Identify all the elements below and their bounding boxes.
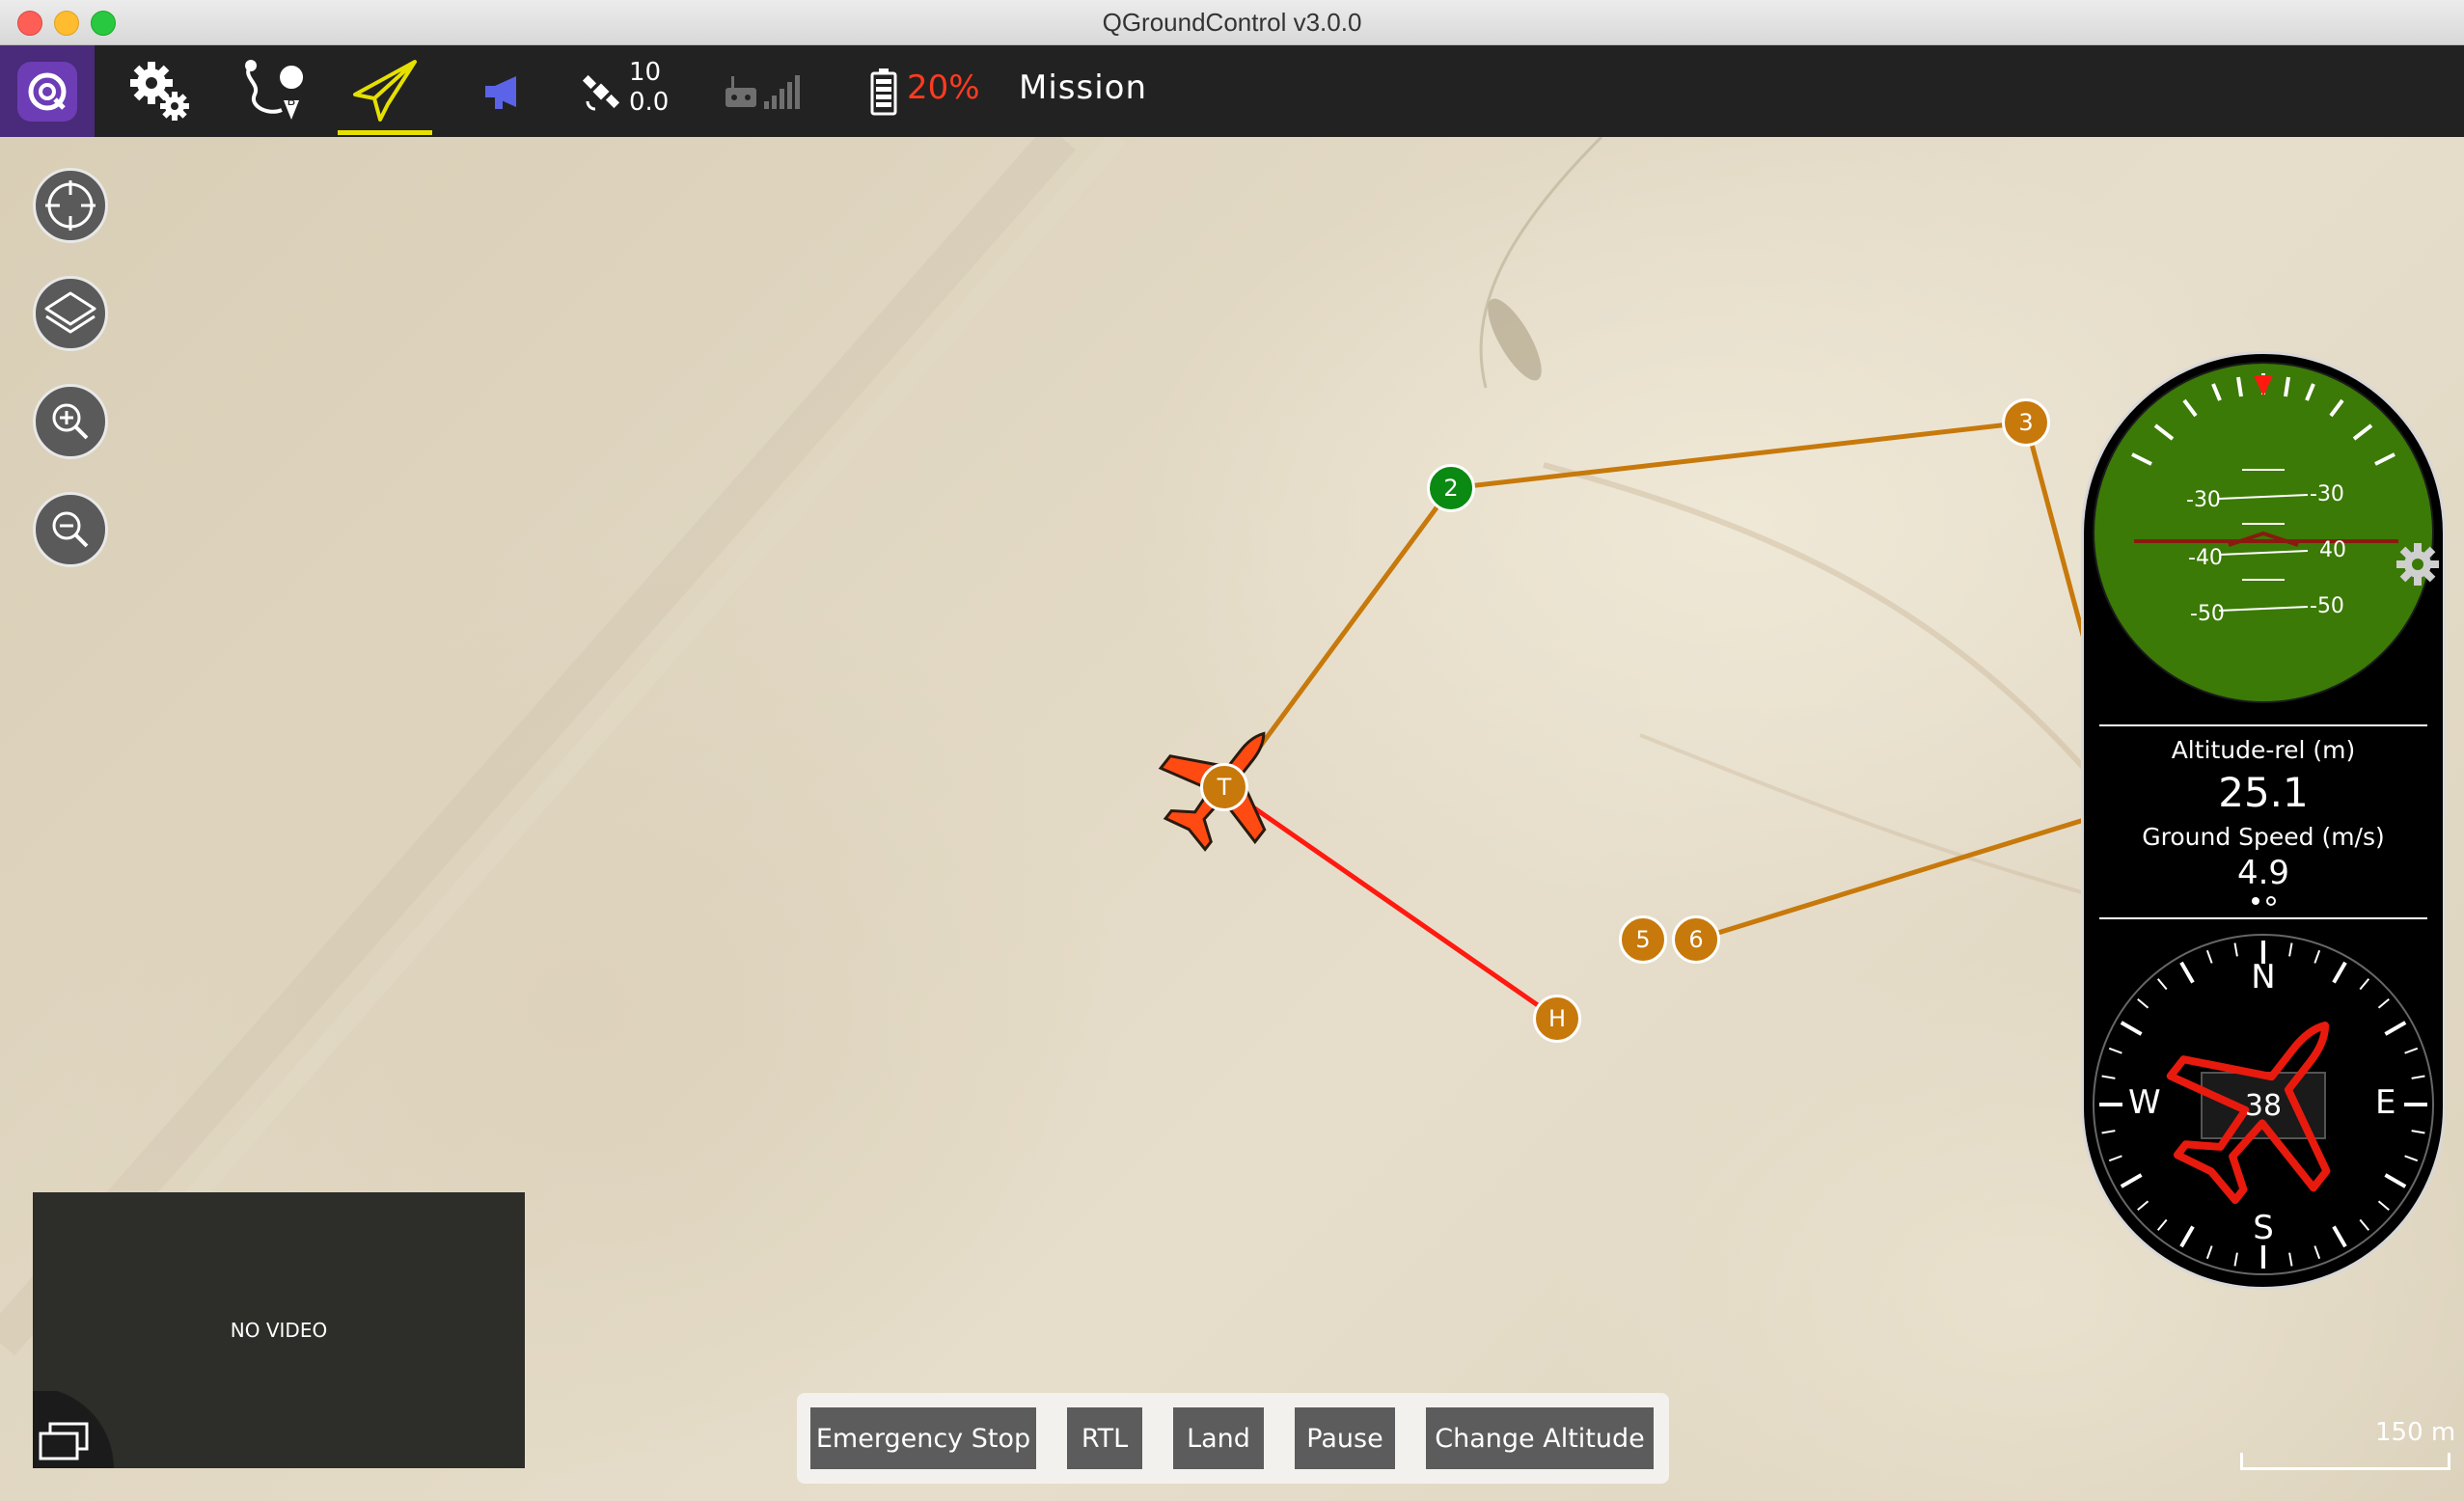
main-toolbar: B 10 0.0 20% Mission xyxy=(0,45,2464,137)
rc-transmitter-icon xyxy=(726,75,756,107)
compass-north-label: N xyxy=(2251,958,2276,996)
altitude-value: 25.1 xyxy=(2218,769,2309,816)
signal-strength-icon xyxy=(764,74,800,109)
rc-rssi-button[interactable] xyxy=(714,45,810,137)
window-title-bar: QGroundControl v3.0.0 xyxy=(0,0,2464,45)
waypoint-3[interactable]: 3 xyxy=(2002,398,2050,447)
zoom-window-button[interactable] xyxy=(91,11,116,36)
satellite-icon xyxy=(582,74,620,110)
map-type-button[interactable] xyxy=(33,276,108,351)
rtl-button[interactable]: RTL xyxy=(1067,1407,1142,1469)
battery-button[interactable] xyxy=(864,45,903,137)
heading-value: 38 xyxy=(2244,1089,2283,1123)
pitch-label-left-40: -40 xyxy=(2188,546,2223,570)
battery-icon xyxy=(870,68,897,115)
mission-path-return xyxy=(1695,817,2085,942)
zoom-out-button[interactable] xyxy=(33,492,108,567)
waypoint-6[interactable]: 6 xyxy=(1672,915,1720,964)
fly-view-button[interactable] xyxy=(338,45,432,137)
close-window-button[interactable] xyxy=(17,11,42,36)
pip-toggle-icon[interactable] xyxy=(37,1420,91,1462)
land-button[interactable]: Land xyxy=(1173,1407,1264,1469)
paper-plane-icon xyxy=(353,59,417,122)
altitude-label: Altitude-rel (m) xyxy=(2171,736,2356,764)
home-position[interactable]: H xyxy=(1533,995,1581,1043)
active-view-indicator xyxy=(338,130,432,135)
vehicle-to-home-line xyxy=(1222,784,1559,1022)
plan-route-icon: B xyxy=(245,59,304,120)
pitch-label-left-30: -30 xyxy=(2186,488,2221,512)
takeoff-waypoint[interactable]: T xyxy=(1200,763,1248,811)
attitude-indicator: -30 -40 -50 -30 40 -50 xyxy=(2093,362,2434,703)
instrument-settings-icon[interactable] xyxy=(2395,541,2441,587)
instrument-panel: -30 -40 -50 -30 40 -50 Altitude-rel (m) … xyxy=(2081,351,2446,1290)
settings-gears-button[interactable] xyxy=(118,45,203,137)
pitch-label-right-50: -50 xyxy=(2310,594,2344,618)
waypoint-2[interactable]: 2 xyxy=(1427,464,1475,512)
zoom-out-icon xyxy=(52,511,89,548)
pitch-label-right-30: -30 xyxy=(2310,482,2344,506)
zoom-in-icon xyxy=(52,403,89,440)
guided-action-bar: Emergency Stop RTL Land Pause Change Alt… xyxy=(797,1393,1669,1484)
flight-mode-selector[interactable]: Mission xyxy=(1019,68,1147,107)
minimize-window-button[interactable] xyxy=(54,11,79,36)
waypoint-5[interactable]: 5 xyxy=(1619,915,1667,964)
instrument-graphics: -30 -40 -50 -30 40 -50 xyxy=(2093,362,2434,1275)
gears-icon xyxy=(130,61,189,121)
compass-south-label: S xyxy=(2253,1209,2274,1247)
map-scale-label: 150 m xyxy=(2375,1418,2456,1447)
map-scale-bar xyxy=(2240,1453,2450,1470)
plan-view-button[interactable]: B xyxy=(232,45,318,137)
video-panel[interactable]: NO VIDEO xyxy=(33,1192,525,1468)
zoom-in-button[interactable] xyxy=(33,384,108,459)
flight-map[interactable]: 2 3 5 6 T H -30 -40 -50 -30 40 -50 Altit… xyxy=(0,137,2464,1501)
pitch-label-right-40: 40 xyxy=(2319,538,2346,562)
hdop-value: 0.0 xyxy=(629,88,670,117)
ground-speed-label: Ground Speed (m/s) xyxy=(2142,823,2385,851)
svg-text:B: B xyxy=(287,95,296,109)
layers-icon xyxy=(44,291,96,334)
qgc-logo-icon xyxy=(17,61,77,122)
battery-percent: 20% xyxy=(907,68,980,107)
change-altitude-button[interactable]: Change Altitude xyxy=(1426,1407,1654,1469)
pitch-label-left-50: -50 xyxy=(2190,602,2225,626)
messages-button[interactable] xyxy=(477,45,531,137)
window-title: QGroundControl v3.0.0 xyxy=(1102,7,1362,37)
ground-speed-value: 4.9 xyxy=(2236,854,2290,892)
pause-button[interactable]: Pause xyxy=(1295,1407,1395,1469)
crosshair-icon xyxy=(45,180,96,231)
megaphone-icon xyxy=(485,75,516,109)
qgc-logo-button[interactable] xyxy=(0,45,95,137)
gps-readout: 10 0.0 xyxy=(629,58,669,118)
center-vehicle-button[interactable] xyxy=(33,168,108,243)
no-video-label: NO VIDEO xyxy=(230,1319,328,1342)
emergency-stop-button[interactable]: Emergency Stop xyxy=(810,1407,1036,1469)
satellite-count: 10 xyxy=(629,58,662,87)
gps-status-button[interactable] xyxy=(577,45,625,137)
